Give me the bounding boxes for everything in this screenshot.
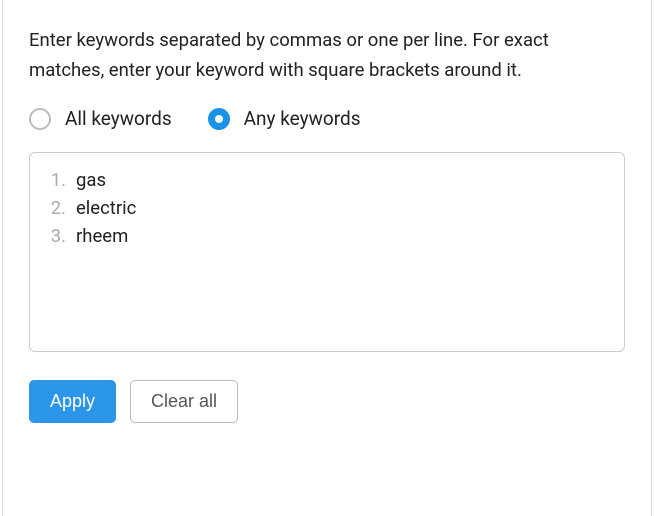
line-number: 3. — [48, 225, 66, 247]
keyword-filter-panel: Enter keywords separated by commas or on… — [2, 0, 652, 516]
radio-label: All keywords — [65, 107, 172, 130]
all-keywords-radio[interactable]: All keywords — [29, 107, 172, 130]
keyword-line: 3. rheem — [48, 225, 606, 247]
any-keywords-radio[interactable]: Any keywords — [208, 107, 361, 130]
instructions-text: Enter keywords separated by commas or on… — [29, 26, 625, 85]
keywords-input[interactable]: 1. gas 2. electric 3. rheem — [29, 152, 625, 352]
clear-all-button[interactable]: Clear all — [130, 380, 238, 423]
radio-icon — [208, 108, 230, 130]
line-number: 2. — [48, 197, 66, 219]
line-number: 1. — [48, 169, 66, 191]
action-buttons: Apply Clear all — [29, 380, 625, 423]
apply-button[interactable]: Apply — [29, 380, 116, 423]
keyword-line: 1. gas — [48, 169, 606, 191]
keyword-text: rheem — [76, 225, 128, 247]
keyword-text: electric — [76, 197, 136, 219]
keyword-text: gas — [76, 169, 106, 191]
radio-icon — [29, 108, 51, 130]
radio-label: Any keywords — [244, 107, 361, 130]
keyword-line: 2. electric — [48, 197, 606, 219]
match-mode-radio-group: All keywords Any keywords — [29, 107, 625, 130]
